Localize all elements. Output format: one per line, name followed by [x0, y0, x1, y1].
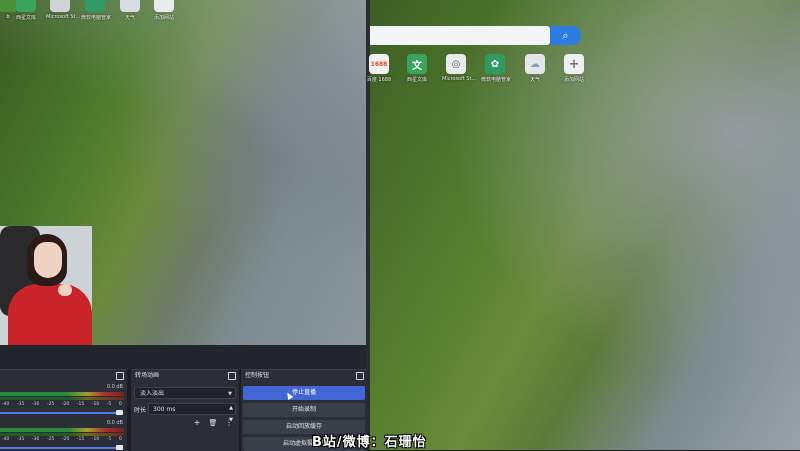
transition-select[interactable]: 淡入淡出 ▼: [134, 387, 236, 399]
weather-icon: ☁: [525, 54, 545, 74]
volume-slider-handle[interactable]: [116, 410, 123, 415]
shortcut-tile[interactable]: 添加网站: [150, 0, 178, 21]
shortcut-tile[interactable]: 微软电脑管家: [81, 0, 111, 21]
volume-slider[interactable]: [0, 447, 120, 449]
volume-meter: [0, 397, 124, 400]
shortcut-tile[interactable]: ✿ 微软电脑管家: [481, 54, 511, 83]
1688-icon: 1688: [369, 54, 389, 74]
search-input[interactable]: [370, 26, 550, 45]
audio-mixer-header: [0, 370, 127, 382]
dock-icon[interactable]: [356, 372, 364, 380]
add-transition-button[interactable]: +: [192, 418, 202, 428]
dock-icon[interactable]: [228, 372, 236, 380]
stop-stream-button[interactable]: 停止直播: [243, 386, 365, 400]
person-face: [34, 242, 62, 278]
meter-scale: -40 -35 -30 -25 -20 -15 -10 -5 0: [2, 437, 122, 442]
duration-input[interactable]: 300 ms ▲ ▼: [148, 403, 236, 423]
person-body: [8, 284, 92, 345]
add-site-icon: +: [564, 54, 584, 74]
shortcut-tile[interactable]: ◎ Microsoft St...: [442, 54, 476, 82]
volume-slider-handle[interactable]: [116, 445, 123, 450]
volume-meter: [0, 433, 124, 436]
audio-mixer-panel: 0.0 dB -40 -35 -30 -25 -20 -15 -10 -5 0 0.0 dB -…: [0, 369, 127, 451]
shortcut-tile[interactable]: ☁ 天气: [521, 54, 549, 83]
shortcut-tile[interactable]: + 添加网站: [560, 54, 588, 83]
delete-transition-button[interactable]: 🗑: [208, 418, 218, 428]
start-recording-button[interactable]: 开始录制: [243, 403, 365, 417]
search-button[interactable]: ⌕: [550, 26, 581, 45]
duration-label: 时长: [134, 407, 147, 414]
shortcut-tile[interactable]: 天气: [116, 0, 144, 21]
shortcut-tile[interactable]: 西星文库: [12, 0, 40, 21]
library-icon: 文: [407, 54, 427, 74]
shortcut-tile[interactable]: 文 西星文库: [403, 54, 431, 83]
panel-header-strip: [0, 345, 366, 369]
transitions-header: 转场动画: [131, 370, 239, 382]
transitions-panel: 转场动画 淡入淡出 ▼ 时长 300 ms ▲ ▼ + 🗑 ⋮: [131, 369, 239, 451]
person-hand: [58, 284, 72, 296]
controls-header: 控制按钮: [241, 370, 367, 382]
weather-icon: [120, 0, 140, 12]
db-readout: 0.0 dB: [106, 384, 123, 390]
more-options-button[interactable]: ⋮: [224, 418, 234, 428]
db-readout: 0.0 dB: [106, 420, 123, 426]
library-icon: [16, 0, 36, 12]
chevron-down-icon: ▼: [228, 391, 232, 397]
watermark: B站/微博：石珊怡: [312, 435, 427, 450]
shortcut-tile[interactable]: 1688 百度 1688: [365, 54, 393, 83]
meter-scale: -40 -35 -30 -25 -20 -15 -10 -5 0: [2, 402, 122, 407]
volume-meter: [0, 392, 124, 396]
volume-meter: [0, 428, 124, 432]
store-icon: ◎: [446, 54, 466, 74]
store-icon: [50, 0, 70, 12]
webcam-overlay: [0, 226, 92, 345]
pc-manager-icon: ✿: [485, 54, 505, 74]
dock-icon[interactable]: [116, 372, 124, 380]
left-shortcut-row: b 西星文库 Microsoft St... 微软电脑管家 天气 添加网站: [0, 0, 190, 21]
add-site-icon: [154, 0, 174, 12]
pc-manager-icon: [85, 0, 105, 12]
volume-slider[interactable]: [0, 412, 120, 414]
search-icon: ⌕: [562, 28, 569, 42]
shortcut-tile[interactable]: Microsoft St...: [46, 0, 80, 20]
